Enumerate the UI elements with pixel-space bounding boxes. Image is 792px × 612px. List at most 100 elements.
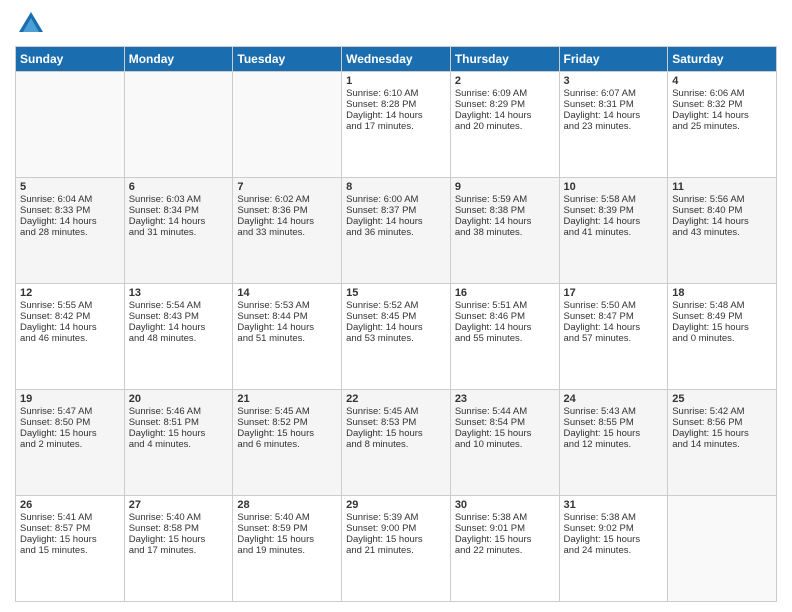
day-number: 10 [564, 181, 664, 193]
day-number: 21 [237, 393, 337, 405]
day-info: Sunrise: 5:47 AM [20, 406, 120, 417]
day-info: Sunset: 8:54 PM [455, 417, 555, 428]
day-info: Daylight: 14 hours [346, 322, 446, 333]
calendar-cell: 31Sunrise: 5:38 AMSunset: 9:02 PMDayligh… [559, 496, 668, 602]
day-info: Sunrise: 6:09 AM [455, 88, 555, 99]
day-info: and 24 minutes. [564, 545, 664, 556]
calendar-week-3: 12Sunrise: 5:55 AMSunset: 8:42 PM Dayligh… [16, 284, 777, 390]
day-info: and 53 minutes. [346, 333, 446, 344]
day-number: 24 [564, 393, 664, 405]
day-info: Sunset: 9:00 PM [346, 523, 446, 534]
day-info: Sunrise: 6:00 AM [346, 194, 446, 205]
day-info: Daylight: 14 hours [455, 322, 555, 333]
day-info: Daylight: 14 hours [672, 110, 772, 121]
day-info: Sunset: 8:53 PM [346, 417, 446, 428]
day-number: 6 [129, 181, 229, 193]
day-info: Sunrise: 5:52 AM [346, 300, 446, 311]
calendar-cell: 29Sunrise: 5:39 AMSunset: 9:00 PMDayligh… [342, 496, 451, 602]
day-info: Sunrise: 6:02 AM [237, 194, 337, 205]
day-info: Sunset: 8:51 PM [129, 417, 229, 428]
day-info: Daylight: 15 hours [564, 534, 664, 545]
day-info: Sunset: 8:40 PM [672, 205, 772, 216]
day-info: Sunrise: 5:38 AM [455, 512, 555, 523]
day-info: Sunset: 9:01 PM [455, 523, 555, 534]
calendar-cell [233, 72, 342, 178]
day-info: and 12 minutes. [564, 439, 664, 450]
day-info: Sunrise: 5:39 AM [346, 512, 446, 523]
calendar-cell: 23Sunrise: 5:44 AMSunset: 8:54 PMDayligh… [450, 390, 559, 496]
day-info: Sunrise: 6:06 AM [672, 88, 772, 99]
day-info: and 55 minutes. [455, 333, 555, 344]
day-info: and 33 minutes. [237, 227, 337, 238]
day-info: Sunset: 8:50 PM [20, 417, 120, 428]
day-info: Daylight: 14 hours [20, 216, 120, 227]
day-info: and 4 minutes. [129, 439, 229, 450]
day-info: Sunset: 8:33 PM [20, 205, 120, 216]
calendar-cell: 13Sunrise: 5:54 AMSunset: 8:43 PMDayligh… [124, 284, 233, 390]
calendar-cell: 26Sunrise: 5:41 AMSunset: 8:57 PMDayligh… [16, 496, 125, 602]
day-info: Sunset: 8:56 PM [672, 417, 772, 428]
day-info: Daylight: 15 hours [346, 534, 446, 545]
day-info: Sunrise: 5:44 AM [455, 406, 555, 417]
day-info: Daylight: 14 hours [564, 322, 664, 333]
day-info: and 10 minutes. [455, 439, 555, 450]
calendar-header-row: SundayMondayTuesdayWednesdayThursdayFrid… [16, 47, 777, 72]
day-info: Daylight: 15 hours [455, 428, 555, 439]
day-number: 17 [564, 287, 664, 299]
day-info: Daylight: 15 hours [672, 428, 772, 439]
day-info: Daylight: 15 hours [237, 428, 337, 439]
day-info: Sunset: 8:37 PM [346, 205, 446, 216]
calendar-cell: 1Sunrise: 6:10 AMSunset: 8:28 PMDaylight… [342, 72, 451, 178]
calendar-cell: 15Sunrise: 5:52 AMSunset: 8:45 PMDayligh… [342, 284, 451, 390]
day-info: Sunset: 8:46 PM [455, 311, 555, 322]
day-info: and 19 minutes. [237, 545, 337, 556]
day-info: Sunset: 8:43 PM [129, 311, 229, 322]
day-info: and 22 minutes. [455, 545, 555, 556]
day-info: and 57 minutes. [564, 333, 664, 344]
calendar-cell [668, 496, 777, 602]
day-info: Sunrise: 5:55 AM [20, 300, 120, 311]
calendar-header-tuesday: Tuesday [233, 47, 342, 72]
calendar-week-1: 1Sunrise: 6:10 AMSunset: 8:28 PMDaylight… [16, 72, 777, 178]
calendar-cell: 22Sunrise: 5:45 AMSunset: 8:53 PMDayligh… [342, 390, 451, 496]
calendar-cell: 30Sunrise: 5:38 AMSunset: 9:01 PMDayligh… [450, 496, 559, 602]
day-number: 25 [672, 393, 772, 405]
day-info: Daylight: 14 hours [129, 322, 229, 333]
day-number: 11 [672, 181, 772, 193]
day-number: 20 [129, 393, 229, 405]
calendar-cell: 17Sunrise: 5:50 AMSunset: 8:47 PMDayligh… [559, 284, 668, 390]
day-info: Daylight: 14 hours [455, 216, 555, 227]
day-info: and 28 minutes. [20, 227, 120, 238]
calendar-header-sunday: Sunday [16, 47, 125, 72]
calendar-cell: 10Sunrise: 5:58 AMSunset: 8:39 PMDayligh… [559, 178, 668, 284]
day-info: Sunrise: 6:04 AM [20, 194, 120, 205]
day-info: Sunrise: 6:07 AM [564, 88, 664, 99]
day-info: Sunrise: 5:59 AM [455, 194, 555, 205]
day-info: Daylight: 14 hours [346, 216, 446, 227]
calendar-cell: 5Sunrise: 6:04 AMSunset: 8:33 PMDaylight… [16, 178, 125, 284]
day-info: Sunset: 8:58 PM [129, 523, 229, 534]
day-number: 12 [20, 287, 120, 299]
day-info: Sunrise: 6:10 AM [346, 88, 446, 99]
calendar-week-5: 26Sunrise: 5:41 AMSunset: 8:57 PMDayligh… [16, 496, 777, 602]
day-info: and 23 minutes. [564, 121, 664, 132]
logo-icon [17, 10, 45, 38]
day-info: Sunrise: 5:51 AM [455, 300, 555, 311]
day-number: 16 [455, 287, 555, 299]
calendar-cell: 9Sunrise: 5:59 AMSunset: 8:38 PMDaylight… [450, 178, 559, 284]
calendar-cell: 21Sunrise: 5:45 AMSunset: 8:52 PMDayligh… [233, 390, 342, 496]
day-info: Sunset: 8:44 PM [237, 311, 337, 322]
day-info: Sunset: 8:32 PM [672, 99, 772, 110]
day-info: Sunset: 9:02 PM [564, 523, 664, 534]
day-info: Sunset: 8:42 PM [20, 311, 120, 322]
day-number: 15 [346, 287, 446, 299]
calendar-table: SundayMondayTuesdayWednesdayThursdayFrid… [15, 46, 777, 602]
calendar-header-wednesday: Wednesday [342, 47, 451, 72]
day-info: Daylight: 15 hours [346, 428, 446, 439]
page: SundayMondayTuesdayWednesdayThursdayFrid… [0, 0, 792, 612]
day-number: 8 [346, 181, 446, 193]
day-info: Sunset: 8:31 PM [564, 99, 664, 110]
day-info: and 48 minutes. [129, 333, 229, 344]
calendar-cell: 28Sunrise: 5:40 AMSunset: 8:59 PMDayligh… [233, 496, 342, 602]
day-info: Sunrise: 5:38 AM [564, 512, 664, 523]
